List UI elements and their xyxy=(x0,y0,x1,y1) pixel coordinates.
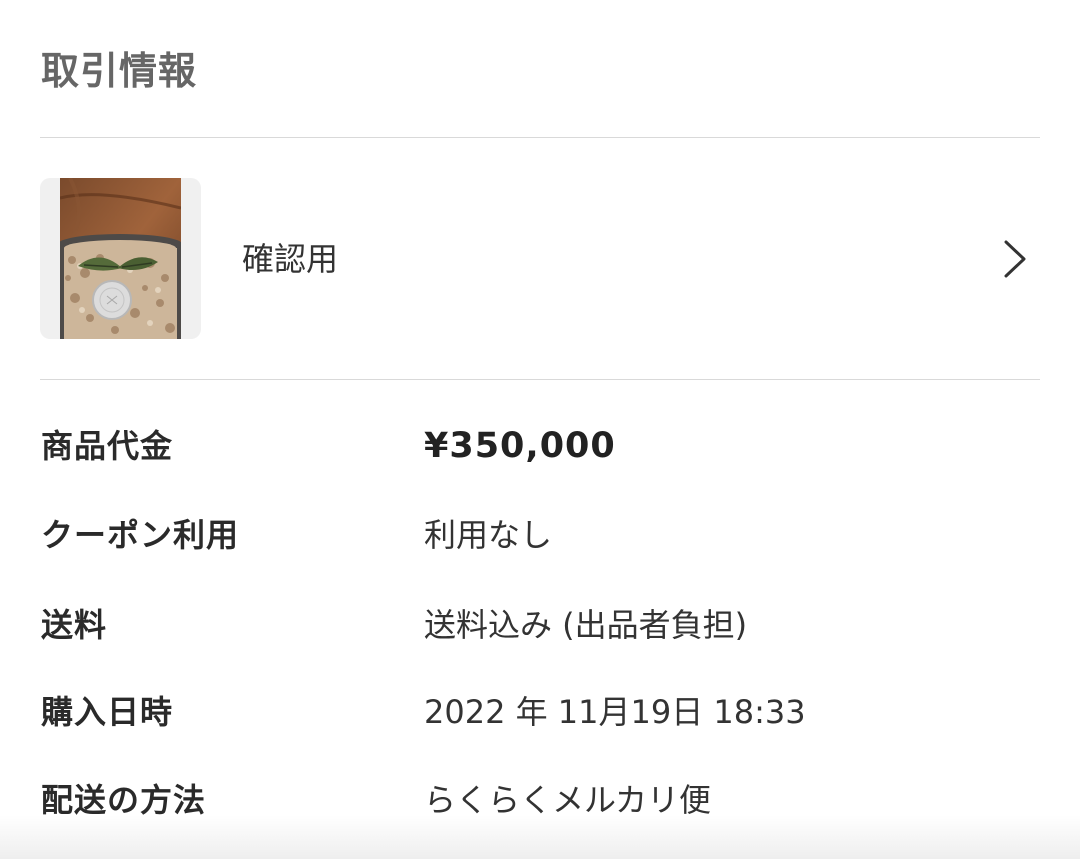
price-label: 商品代金 xyxy=(41,427,174,465)
item-name: 確認用 xyxy=(242,240,339,278)
shipping-fee-row: 送料 送料込み (出品者負担) xyxy=(0,595,1080,655)
purchase-datetime-label: 購入日時 xyxy=(41,693,174,731)
chevron-right-icon xyxy=(995,236,1035,282)
bottom-fade xyxy=(0,815,1080,859)
coupon-label: クーポン利用 xyxy=(41,516,240,554)
coupon-row: クーポン利用 利用なし xyxy=(0,505,1080,565)
top-divider xyxy=(40,137,1040,138)
shipping-fee-label: 送料 xyxy=(41,606,108,644)
item-divider xyxy=(40,379,1040,380)
item-thumbnail xyxy=(40,178,201,339)
section-title: 取引情報 xyxy=(41,49,198,93)
shipping-fee-value: 送料込み (出品者負担) xyxy=(424,606,748,644)
item-link[interactable]: 確認用 xyxy=(0,150,1080,370)
product-photo xyxy=(60,178,181,339)
purchase-datetime-row: 購入日時 2022 年 11月19日 18:33 xyxy=(0,682,1080,742)
purchase-datetime-value: 2022 年 11月19日 18:33 xyxy=(424,693,806,731)
price-row: 商品代金 ¥350,000 xyxy=(0,416,1080,476)
price-value: ¥350,000 xyxy=(424,426,616,466)
coupon-value: 利用なし xyxy=(424,516,553,554)
